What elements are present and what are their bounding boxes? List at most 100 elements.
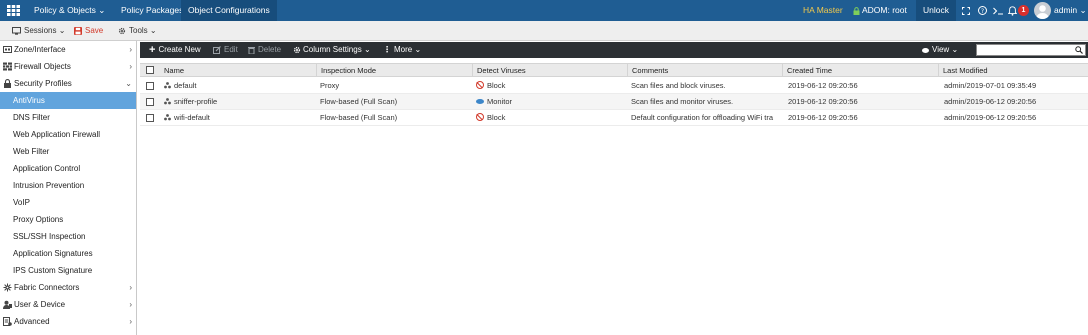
create-new-button[interactable]: + Create New (149, 42, 201, 58)
sidebar-item-voip[interactable]: VoIP (0, 194, 136, 211)
sidebar-item-dns-filter[interactable]: DNS Filter (0, 109, 136, 126)
profile-icon (164, 82, 171, 89)
column-settings-menu[interactable]: Column Settings ⌄ (293, 42, 371, 58)
top-navigation-bar: Policy & Objects ⌄ Policy Packages Objec… (0, 0, 1088, 21)
cell-comments: Default configuration for offloading WiF… (631, 113, 774, 122)
chevron-down-icon: ⌄ (58, 26, 66, 35)
table-row[interactable]: default Proxy Block Scan files and block… (140, 78, 1088, 94)
search-input[interactable] (976, 44, 1086, 56)
row-checkbox[interactable] (146, 98, 154, 106)
fabric-icon (3, 283, 12, 292)
table-row[interactable]: sniffer-profile Flow-based (Full Scan) M… (140, 94, 1088, 110)
cli-console-icon[interactable] (991, 0, 1005, 21)
cell-name: sniffer-profile (160, 94, 316, 110)
sessions-menu[interactable]: Sessions ⌄ (12, 21, 65, 41)
sidebar-item-ssl-ssh-inspection[interactable]: SSL/SSH Inspection (0, 228, 136, 245)
column-header-detect-viruses[interactable]: Detect Viruses (472, 64, 526, 77)
column-header-comments[interactable]: Comments (627, 64, 668, 77)
sidebar-item-zone-interface[interactable]: Zone/Interface › (0, 41, 136, 58)
sidebar-item-ips-custom-signature[interactable]: IPS Custom Signature (0, 262, 136, 279)
chevron-down-icon: ⌄ (414, 45, 422, 54)
row-checkbox[interactable] (146, 114, 154, 122)
cell-inspection-mode: Proxy (320, 81, 340, 90)
avatar[interactable] (1034, 2, 1051, 19)
chevron-down-icon: ⌄ (98, 5, 106, 15)
svg-text:?: ? (980, 8, 983, 15)
detect-value: Block (487, 81, 506, 90)
sidebar-item-antivirus[interactable]: AntiVirus (0, 92, 136, 109)
profile-name: wifi-default (174, 113, 210, 122)
row-checkbox[interactable] (146, 82, 154, 90)
chevron-down-icon: ⌄ (149, 26, 157, 35)
chevron-right-icon: › (129, 62, 132, 71)
save-button[interactable]: Save (74, 21, 103, 41)
detect-value: Block (487, 113, 506, 122)
bell-icon[interactable] (1006, 0, 1018, 21)
nav-policy-objects[interactable]: Policy & Objects ⌄ (27, 0, 112, 21)
column-header-created-time[interactable]: Created Time (782, 64, 832, 77)
profile-name: default (174, 81, 197, 90)
sidebar-item-label: Security Profiles (14, 79, 72, 88)
nav-object-configurations[interactable]: Object Configurations (181, 0, 277, 21)
sidebar-item-application-control[interactable]: Application Control (0, 160, 136, 177)
column-header-name[interactable]: Name (160, 64, 184, 77)
sidebar-item-application-signatures[interactable]: Application Signatures (0, 245, 136, 262)
cell-detect-viruses: Block (472, 78, 627, 94)
search-icon (1075, 46, 1083, 54)
tools-menu[interactable]: Tools ⌄ (118, 21, 157, 41)
chevron-down-icon: ⌄ (951, 45, 959, 54)
sidebar-item-security-profiles[interactable]: Security Profiles ⌄ (0, 75, 136, 92)
user-menu[interactable]: admin ⌄ (1054, 0, 1087, 21)
edit-button[interactable]: Edit (213, 42, 238, 58)
app-grid-icon[interactable] (0, 0, 26, 21)
save-label: Save (85, 26, 104, 35)
profile-icon (164, 114, 171, 121)
sidebar-item-label: User & Device (14, 300, 66, 309)
profile-icon (164, 98, 171, 105)
sidebar-item-label: Advanced (14, 317, 50, 326)
more-menu[interactable]: ⋮ More ⌄ (383, 42, 421, 58)
eye-icon (922, 47, 929, 53)
cell-name: default (160, 78, 316, 94)
sidebar-item-fabric-connectors[interactable]: Fabric Connectors › (0, 279, 136, 296)
cell-created-time: 2019-06-12 09:20:56 (788, 81, 858, 90)
unlock-button[interactable]: Unlock (916, 0, 956, 21)
table-row[interactable]: wifi-default Flow-based (Full Scan) Bloc… (140, 110, 1088, 126)
column-header-inspection-mode[interactable]: Inspection Mode (316, 64, 376, 77)
chevron-right-icon: › (129, 283, 132, 292)
delete-button[interactable]: Delete (248, 42, 281, 58)
sidebar-item-intrusion-prevention[interactable]: Intrusion Prevention (0, 177, 136, 194)
profile-name: sniffer-profile (174, 97, 218, 106)
view-menu[interactable]: View ⌄ (922, 42, 958, 58)
sidebar-item-web-filter[interactable]: Web Filter (0, 143, 136, 160)
notification-badge: 1 (1018, 5, 1029, 16)
sidebar-item-web-application-firewall[interactable]: Web Application Firewall (0, 126, 136, 143)
nav-policy-packages[interactable]: Policy Packages (114, 0, 190, 21)
fullscreen-icon[interactable] (960, 0, 972, 21)
sidebar-item-proxy-options[interactable]: Proxy Options (0, 211, 136, 228)
lock-icon (4, 79, 11, 88)
cell-name: wifi-default (160, 110, 316, 126)
plus-icon: + (149, 44, 156, 56)
sidebar-item-firewall-objects[interactable]: Firewall Objects › (0, 58, 136, 75)
column-header-last-modified[interactable]: Last Modified (938, 64, 988, 77)
cell-detect-viruses: Monitor (472, 94, 627, 110)
chevron-right-icon: › (129, 300, 132, 309)
sidebar-item-user-device[interactable]: User & Device › (0, 296, 136, 313)
sidebar-item-label: Fabric Connectors (14, 283, 80, 292)
chevron-down-icon: ⌄ (125, 79, 132, 88)
block-icon (476, 113, 484, 121)
sidebar-item-label: Firewall Objects (14, 62, 71, 71)
help-icon[interactable]: ? (976, 0, 988, 21)
more-label: More (394, 45, 413, 54)
select-all-checkbox[interactable] (146, 66, 154, 74)
detect-value: Monitor (487, 97, 513, 106)
interface-icon (3, 46, 12, 53)
gear-icon (118, 27, 126, 35)
adom-indicator[interactable]: ADOM: root (853, 0, 907, 21)
sidebar-item-advanced[interactable]: Advanced › (0, 313, 136, 330)
content-toolbar: + Create New Edit Delete Column Settings… (140, 42, 1088, 58)
cell-last-modified: admin/2019-06-12 09:20:56 (944, 113, 1037, 122)
lock-icon (853, 6, 860, 15)
cell-created-time: 2019-06-12 09:20:56 (788, 97, 858, 106)
